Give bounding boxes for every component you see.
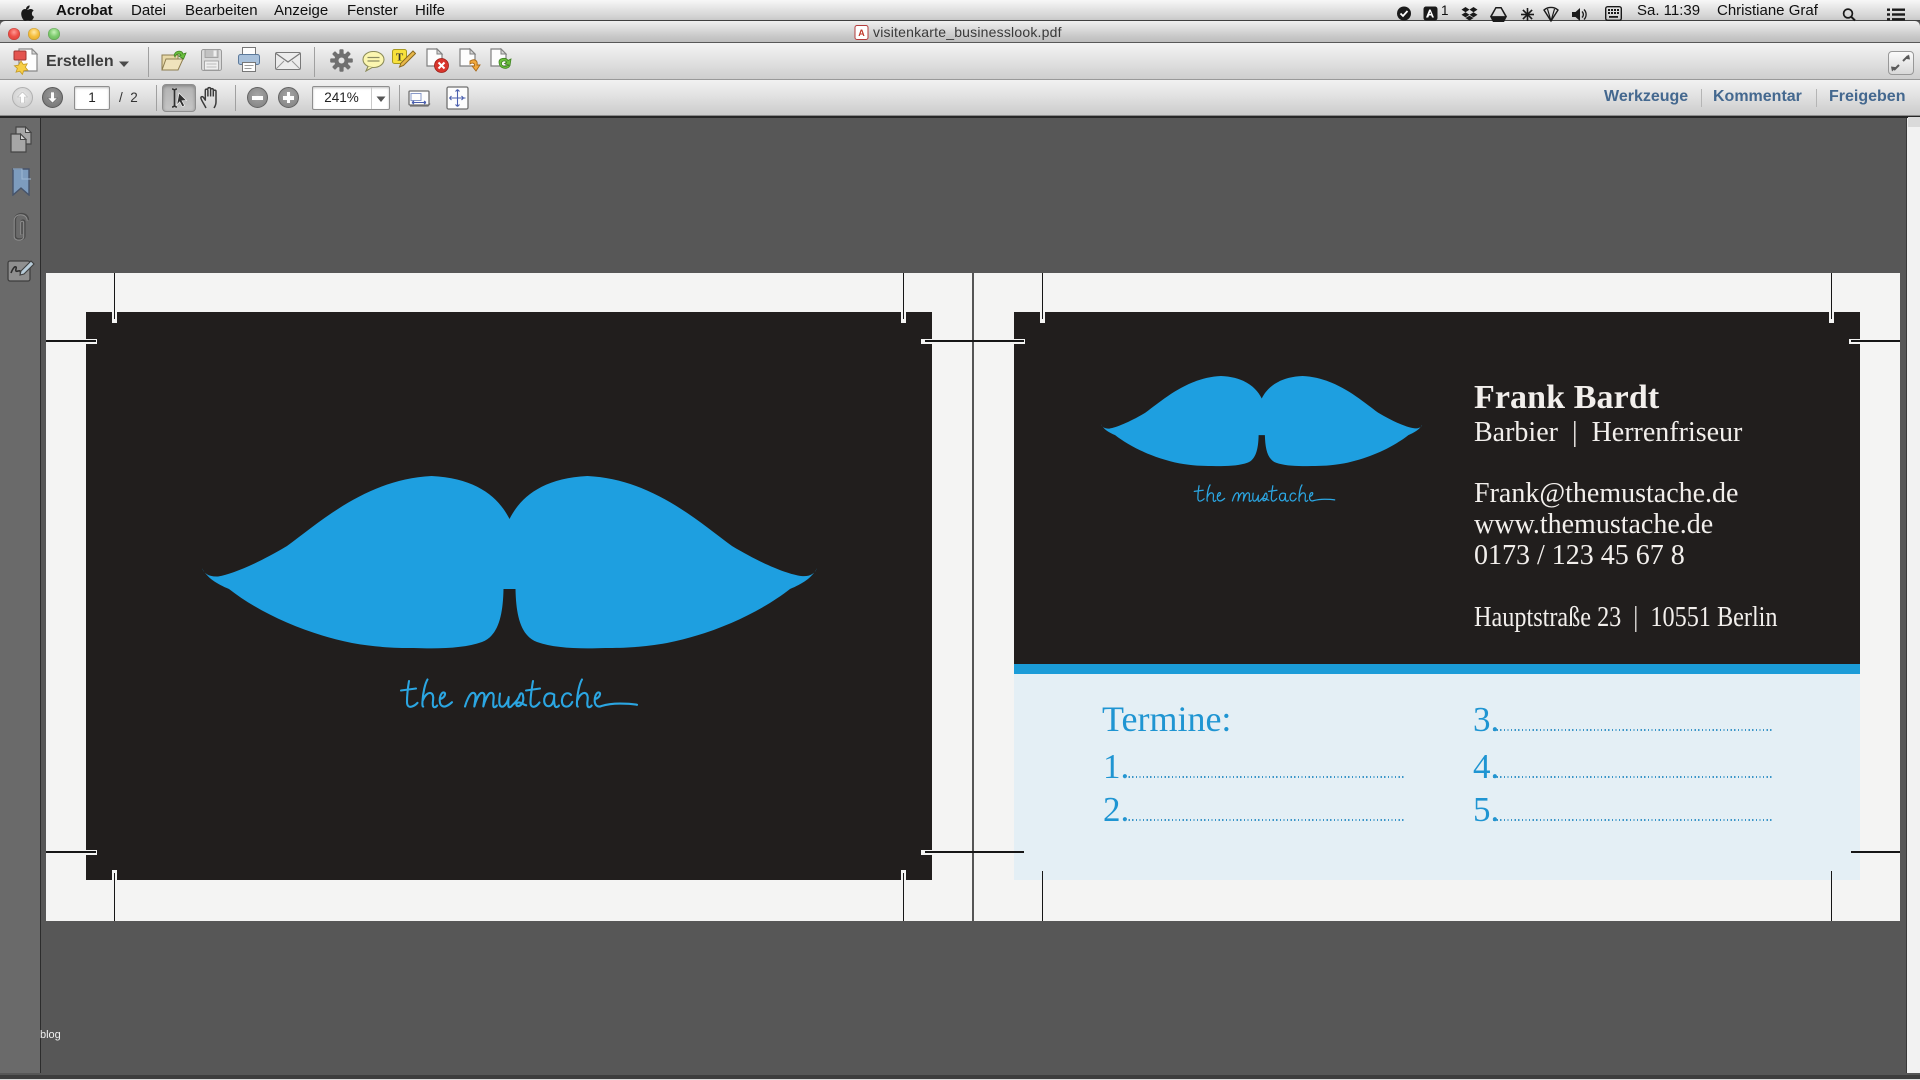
svg-text:A: A (858, 28, 865, 38)
